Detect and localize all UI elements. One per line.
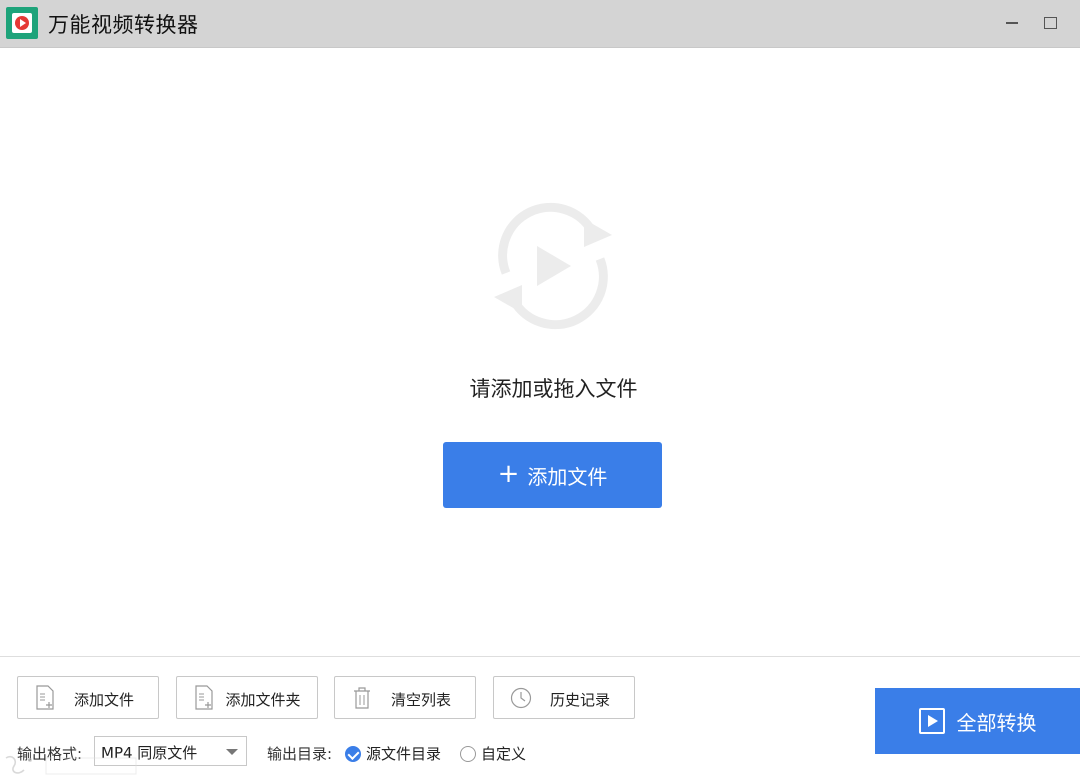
drop-prompt: 请添加或拖入文件	[469, 377, 638, 401]
plus-icon: +	[497, 459, 520, 489]
add-file-button[interactable]: 添加文件	[17, 676, 159, 719]
minimize-icon[interactable]	[1001, 12, 1023, 34]
maximize-icon[interactable]	[1039, 12, 1061, 34]
add-file-main-button[interactable]: + 添加文件	[443, 442, 662, 508]
clear-list-label: 清空列表	[390, 691, 451, 709]
radio-custom-dir-label: 自定义	[481, 745, 527, 763]
radio-custom-dir[interactable]: 自定义	[460, 743, 526, 764]
convert-all-button[interactable]: 全部转换	[875, 688, 1080, 754]
clock-icon	[510, 687, 532, 709]
add-folder-label: 添加文件夹	[225, 691, 301, 709]
chevron-down-icon	[226, 749, 238, 755]
play-icon	[918, 708, 945, 734]
convert-all-label: 全部转换	[956, 710, 1037, 735]
radio-source-dir[interactable]: 源文件目录	[345, 743, 441, 764]
add-folder-button[interactable]: 添加文件夹	[176, 676, 318, 719]
add-file-icon	[36, 685, 54, 710]
trash-icon	[354, 687, 370, 709]
radio-checked-icon	[345, 745, 361, 762]
window-title: 万能视频转换器	[48, 13, 199, 37]
app-logo-icon	[6, 7, 38, 39]
history-label: 历史记录	[549, 691, 610, 709]
add-file-main-label: 添加文件	[527, 464, 608, 489]
clear-list-button[interactable]: 清空列表	[334, 676, 476, 719]
bottom-toolbar: 添加文件 添加文件夹 清空列表 历史记录 输出格式: MP4 同原文件 输出目录…	[0, 656, 1080, 784]
radio-source-dir-label: 源文件目录	[366, 745, 442, 763]
title-bar: 万能视频转换器	[0, 0, 1080, 48]
add-file-label: 添加文件	[73, 691, 134, 709]
convert-video-icon	[494, 202, 612, 330]
history-button[interactable]: 历史记录	[493, 676, 635, 719]
output-dir-label: 输出目录:	[267, 745, 333, 763]
radio-unchecked-icon	[460, 745, 476, 762]
drop-zone[interactable]: 请添加或拖入文件 + 添加文件	[0, 49, 1080, 656]
watermark-logo	[5, 755, 137, 775]
add-folder-icon	[195, 685, 213, 710]
